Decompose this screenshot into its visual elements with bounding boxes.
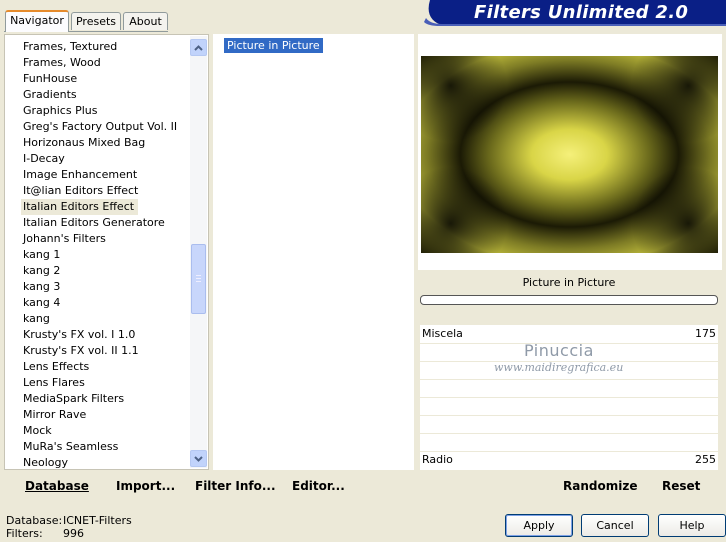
scroll-thumb[interactable] [191, 244, 206, 314]
import-button[interactable]: Import... [116, 479, 175, 493]
filter-name-label: Picture in Picture [420, 272, 718, 294]
category-item[interactable]: Mock [23, 423, 52, 439]
category-item[interactable]: Neology [23, 455, 68, 471]
category-item[interactable]: Mirror Rave [23, 407, 86, 423]
category-item[interactable]: Frames, Wood [23, 55, 101, 71]
category-item[interactable]: kang 3 [23, 279, 60, 295]
param-miscela-label: Miscela [422, 327, 463, 340]
progress-bar [420, 295, 718, 305]
category-item[interactable]: Horizonaus Mixed Bag [23, 135, 145, 151]
app-banner: Filters Unlimited 2.0 [424, 0, 726, 26]
category-item[interactable]: MuRa's Seamless [23, 439, 118, 455]
tab-presets[interactable]: Presets [71, 12, 121, 30]
filters-status-value: 996 [63, 527, 84, 540]
category-item[interactable]: kang 2 [23, 263, 60, 279]
banner-title: Filters Unlimited 2.0 [474, 2, 689, 23]
category-item[interactable]: Krusty's FX vol. II 1.1 [23, 343, 139, 359]
category-item[interactable]: kang [23, 311, 50, 327]
tab-about[interactable]: About [123, 12, 168, 30]
filter-list[interactable] [213, 34, 414, 470]
tab-navigator[interactable]: Navigator [5, 10, 69, 32]
scroll-down-button[interactable] [190, 450, 207, 467]
param-radio[interactable]: Radio 255 [420, 452, 718, 468]
watermark-name: Pinuccia [524, 341, 594, 360]
database-button[interactable]: Database [25, 479, 89, 493]
category-item[interactable]: Krusty's FX vol. I 1.0 [23, 327, 135, 343]
editor-button[interactable]: Editor... [292, 479, 345, 493]
param-radio-value: 255 [695, 453, 716, 466]
category-item[interactable]: Lens Effects [23, 359, 89, 375]
cancel-button[interactable]: Cancel [581, 514, 649, 537]
category-item[interactable]: Frames, Textured [23, 39, 117, 55]
param-miscela[interactable]: Miscela 175 [420, 326, 718, 342]
category-item[interactable]: Gradients [23, 87, 77, 103]
chevron-up-icon [194, 44, 203, 51]
category-item[interactable]: Italian Editors Generatore [23, 215, 165, 231]
category-item[interactable]: Graphics Plus [23, 103, 97, 119]
category-list[interactable]: Frames, Textured Frames, Wood FunHouse Grad… [4, 34, 209, 470]
param-miscela-value: 175 [695, 327, 716, 340]
category-item[interactable]: Lens Flares [23, 375, 85, 391]
help-button[interactable]: Help [658, 514, 726, 537]
category-item[interactable]: Image Enhancement [23, 167, 137, 183]
filters-status-label: Filters: [6, 527, 43, 540]
category-item[interactable]: Johann's Filters [23, 231, 106, 247]
database-status-label: Database: [6, 514, 63, 527]
category-item[interactable]: kang 1 [23, 247, 60, 263]
category-scrollbar[interactable] [190, 36, 207, 468]
reset-button[interactable]: Reset [662, 479, 700, 493]
scroll-up-button[interactable] [190, 39, 207, 56]
chevron-down-icon [194, 455, 203, 462]
apply-button[interactable]: Apply [505, 514, 573, 537]
category-item[interactable]: It@lian Editors Effect [23, 183, 138, 199]
category-item[interactable]: FunHouse [23, 71, 77, 87]
randomize-button[interactable]: Randomize [563, 479, 637, 493]
watermark-url: www.maidiregrafica.eu [494, 361, 624, 374]
category-item[interactable]: kang 4 [23, 295, 60, 311]
category-item[interactable]: Greg's Factory Output Vol. II [23, 119, 177, 135]
preview-image [421, 56, 718, 253]
category-item[interactable]: Italian Editors Effect [21, 199, 139, 215]
category-item[interactable]: MediaSpark Filters [23, 391, 124, 407]
filter-info-button[interactable]: Filter Info... [195, 479, 276, 493]
param-radio-label: Radio [422, 453, 453, 466]
filter-item-selected[interactable]: Picture in Picture [224, 38, 323, 53]
database-status-value: ICNET-Filters [63, 514, 132, 527]
category-item[interactable]: I-Decay [23, 151, 65, 167]
